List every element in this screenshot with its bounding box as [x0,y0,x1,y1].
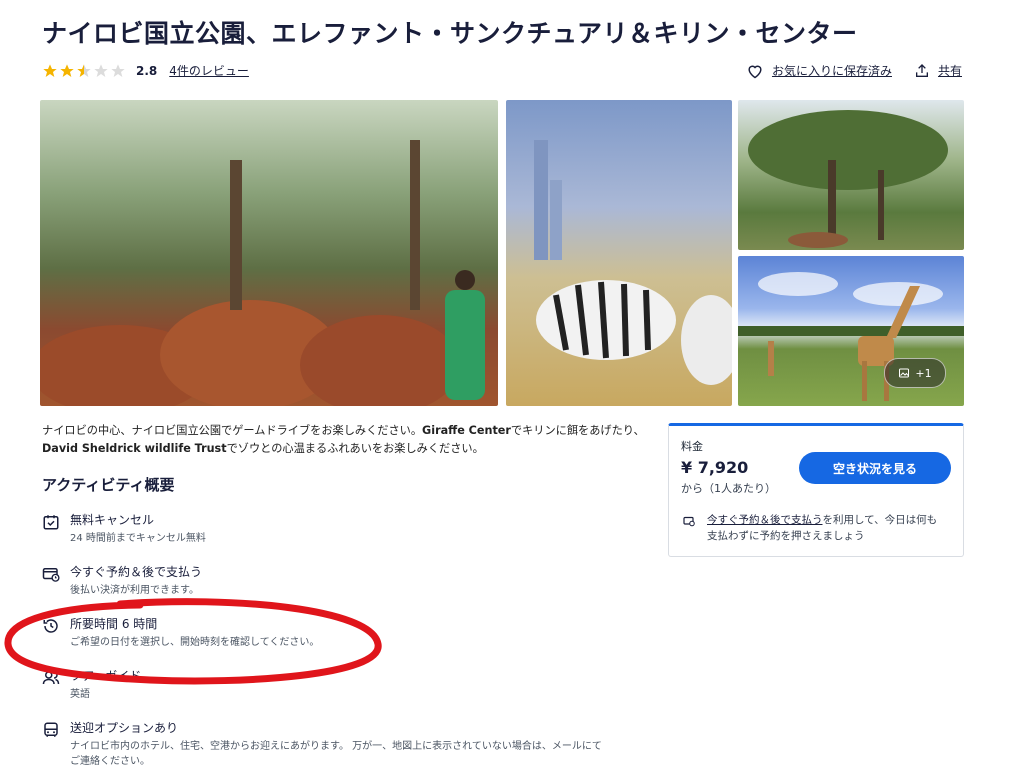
price-per-person: から（1人あたり） [681,482,776,495]
wallet-clock-icon [683,516,695,527]
share-icon [915,63,928,77]
page-title: ナイロビ国立公園、エレファント・サンクチュアリ＆キリン・センター [42,19,858,48]
wallet-clock-icon [42,568,60,582]
people-icon [42,671,60,685]
more-photos-button[interactable]: +1 [884,358,946,388]
page-actions: お気に入りに保存済み 共有 [746,62,962,79]
price-value: ¥ 7,920 [681,458,749,477]
feature-title: 無料キャンセル [70,513,155,527]
pay-later-link[interactable]: 今すぐ予約＆後で支払う [707,514,823,526]
rating-row: 2.8 4件のレビュー [42,62,249,79]
description-bold1: Giraffe Center [422,424,511,437]
photo-zebras[interactable] [506,100,732,406]
feature-duration: 所要時間 6 時間 ご希望の日付を選択し、開始時刻を確認してください。 [42,616,319,650]
feature-title: 今すぐ予約＆後で支払う [70,565,203,579]
pay-later-note: 今すぐ予約＆後で支払うを利用して、今日は何も 支払わずに予約を押さえましょう [683,512,953,544]
overview-title: アクティビティ概要 [42,476,175,494]
feature-title: 送迎オプションあり [70,721,179,735]
feature-title: 所要時間 6 時間 [70,617,158,631]
description-part2: でキリンに餌をあげたり、 [510,424,645,437]
price-card: 料金 ¥ 7,920 から（1人あたり） 空き状況を見る 今すぐ予約＆後で支払う… [668,423,964,557]
star-half-icon [77,63,91,77]
photo-acacia-trees[interactable] [738,100,964,250]
star-full-icon [43,63,57,77]
feature-free-cancellation: 無料キャンセル 24 時間前までキャンセル無料 [42,512,206,546]
star-empty-icon [111,63,125,77]
reviews-link[interactable]: 4件のレビュー [169,62,249,79]
share-button[interactable]: 共有 [914,62,962,79]
photo-elephants[interactable] [40,100,498,406]
feature-tour-guide: ツアーガイド 英語 [42,668,141,702]
description-bold2: David Sheldrick wildlife Trust [42,442,227,455]
feature-subtitle: ご希望の日付を選択し、開始時刻を確認してください。 [70,637,320,648]
image-icon [899,368,910,378]
rating-value: 2.8 [136,63,158,78]
pay-later-text: を利用して、今日は何も [822,514,938,526]
bus-icon [44,722,58,737]
feature-subtitle-continued: ご連絡ください。 [70,756,150,767]
feature-subtitle: ナイロビ市内のホテル、住宅、空港からお迎えにあがります。 万が一、地図上に表示さ… [70,741,602,752]
calendar-check-icon [43,515,59,530]
feature-pickup: 送迎オプションあり ナイロビ市内のホテル、住宅、空港からお迎えにあがります。 万… [42,720,602,769]
star-full-icon [60,63,74,77]
save-to-favorites-button[interactable]: お気に入りに保存済み [746,62,892,79]
feature-subtitle: 後払い決済が利用できます。 [70,585,199,596]
pay-later-text-continued: 支払わずに予約を押さえましょう [707,530,865,542]
feature-title: ツアーガイド [70,669,142,683]
star-rating [42,63,126,79]
more-photos-label: +1 [915,366,932,380]
feature-subtitle: 24 時間前までキャンセル無料 [70,533,206,544]
feature-subtitle: 英語 [70,689,90,700]
activity-description: ナイロビの中心、ナイロビ国立公園でゲームドライブをお楽しみください。Giraff… [42,422,652,458]
photo-gallery: +1 [40,100,964,406]
description-part1: ナイロビの中心、ナイロビ国立公園でゲームドライブをお楽しみください。 [42,424,423,437]
check-availability-button[interactable]: 空き状況を見る [799,452,951,484]
feature-book-now-pay-later: 今すぐ予約＆後で支払う 後払い決済が利用できます。 [42,564,202,598]
save-label: お気に入りに保存済み [771,64,892,78]
description-part3: でゾウとの心温まるふれあいをお楽しみください。 [226,442,484,455]
heart-icon [748,65,762,78]
star-empty-icon [94,63,108,77]
share-label: 共有 [937,64,962,78]
price-label: 料金 [681,440,703,453]
clock-history-icon [43,619,58,633]
